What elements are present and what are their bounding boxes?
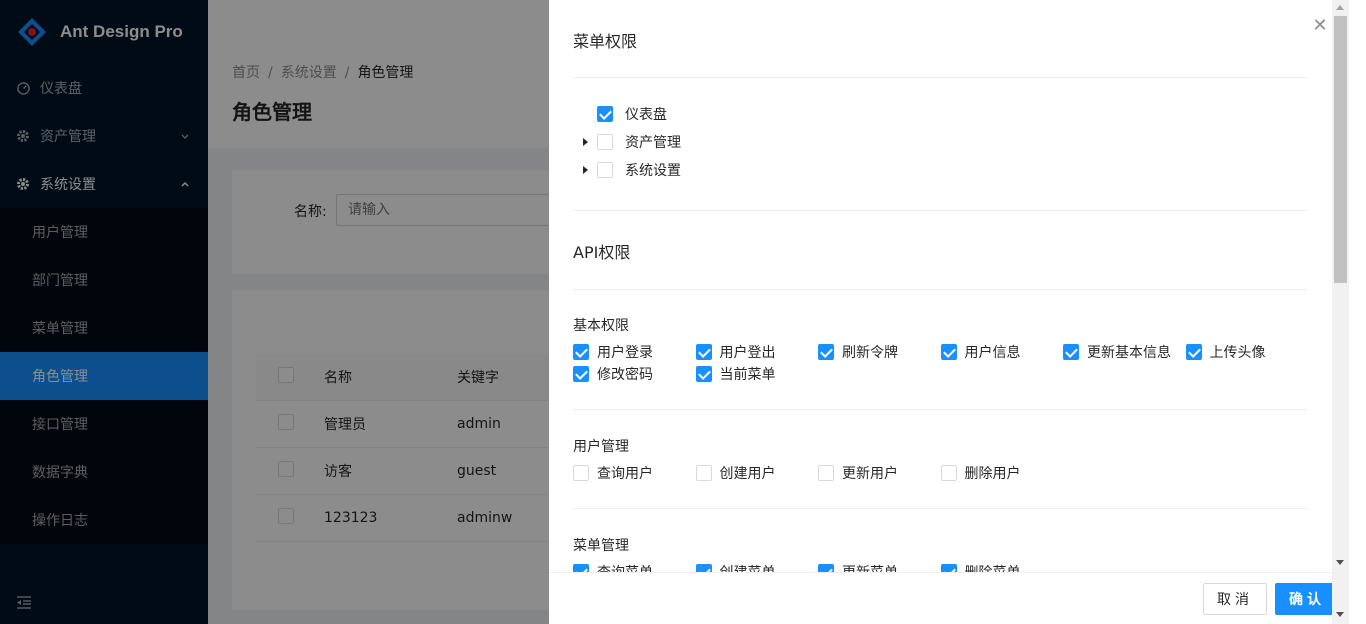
permission-checkbox[interactable]: 查询菜单 xyxy=(573,561,696,572)
tree-node-assets[interactable]: 资产管理 xyxy=(573,128,1308,156)
permission-label: 更新菜单 xyxy=(842,562,898,572)
menu-permission-tree: 仪表盘 资产管理 系统设置 xyxy=(573,100,1308,184)
permission-checkbox[interactable]: 删除用户 xyxy=(940,462,1064,484)
caret-right-icon[interactable] xyxy=(573,158,597,182)
permission-group-title: 基本权限 xyxy=(573,318,629,334)
permission-checkbox[interactable]: 修改密码 xyxy=(573,363,696,385)
checkbox[interactable] xyxy=(695,564,712,572)
permission-checkbox[interactable]: 创建菜单 xyxy=(695,561,819,572)
checkbox[interactable] xyxy=(573,366,589,382)
permission-label: 上传头像 xyxy=(1209,345,1266,361)
permission-checkbox[interactable]: 创建用户 xyxy=(695,462,819,484)
permission-label: 用户登录 xyxy=(597,345,653,361)
checkbox[interactable] xyxy=(1063,344,1079,360)
permission-group-title: 用户管理 xyxy=(573,439,629,455)
permission-checkbox[interactable]: 更新基本信息 xyxy=(1063,341,1186,363)
permission-label: 用户登出 xyxy=(719,345,776,361)
permission-label: 更新用户 xyxy=(842,466,898,482)
checkbox[interactable] xyxy=(573,564,589,572)
permission-label: 刷新令牌 xyxy=(842,345,898,361)
permission-checkbox[interactable]: 上传头像 xyxy=(1185,341,1309,363)
permission-label: 修改密码 xyxy=(597,367,653,383)
permission-checkbox[interactable]: 查询用户 xyxy=(573,462,696,484)
permission-label: 删除菜单 xyxy=(965,562,1021,572)
permission-label: 创建用户 xyxy=(719,466,776,482)
checkbox[interactable] xyxy=(818,344,834,360)
caret-right-icon[interactable] xyxy=(573,130,597,154)
checkbox[interactable] xyxy=(940,564,957,572)
cancel-button[interactable]: 取消 xyxy=(1203,583,1267,615)
checkbox[interactable] xyxy=(940,465,957,481)
permission-checkbox[interactable]: 刷新令牌 xyxy=(818,341,941,363)
api-permission-title: API权限 xyxy=(573,243,631,262)
confirm-button[interactable]: 确认 xyxy=(1275,583,1339,615)
permission-checkbox[interactable]: 用户信息 xyxy=(940,341,1064,363)
permission-group-basic: 用户登录 用户登出 刷新令牌 用户信息 更新基本信息 上传头像 修改密码 当前菜… xyxy=(573,341,1308,385)
checkbox[interactable] xyxy=(573,465,589,481)
tree-node-label: 系统设置 xyxy=(625,163,681,179)
drawer-body: 菜单权限 仪表盘 资产管理 系统设置 API权限 基本权限 用户登录 用户登出 … xyxy=(549,0,1332,572)
checkbox[interactable] xyxy=(1185,344,1202,360)
tree-node-label: 仪表盘 xyxy=(625,107,667,123)
scroll-up-arrow-icon[interactable] xyxy=(1336,5,1344,10)
permission-checkbox[interactable]: 删除菜单 xyxy=(940,561,1064,572)
tree-checkbox[interactable] xyxy=(597,106,613,122)
permission-label: 当前菜单 xyxy=(719,367,776,383)
permission-checkbox[interactable]: 当前菜单 xyxy=(695,363,819,385)
tree-switcher-empty xyxy=(573,102,597,126)
permission-group-title: 菜单管理 xyxy=(573,538,629,554)
permission-label: 创建菜单 xyxy=(720,562,776,572)
permission-group-menus: 查询菜单 创建菜单 更新菜单 删除菜单 xyxy=(573,561,1308,572)
permission-checkbox[interactable]: 更新菜单 xyxy=(818,561,941,572)
permission-label: 删除用户 xyxy=(964,466,1021,482)
checkbox[interactable] xyxy=(818,465,834,481)
checkbox[interactable] xyxy=(818,564,834,572)
tree-node-dashboard[interactable]: 仪表盘 xyxy=(573,100,1308,128)
tree-node-label: 资产管理 xyxy=(625,135,681,151)
permission-drawer: 菜单权限 仪表盘 资产管理 系统设置 API权限 基本权限 用户登录 用户登出 … xyxy=(549,0,1366,624)
permission-checkbox[interactable]: 用户登录 xyxy=(573,341,696,363)
checkbox[interactable] xyxy=(940,344,957,360)
permission-group-users: 查询用户 创建用户 更新用户 删除用户 xyxy=(573,462,1308,484)
scroll-down-arrow-icon[interactable] xyxy=(1336,612,1344,617)
vertical-scrollbar[interactable] xyxy=(1332,0,1349,624)
checkbox[interactable] xyxy=(695,465,712,481)
permission-checkbox[interactable]: 更新用户 xyxy=(818,462,941,484)
tree-checkbox[interactable] xyxy=(597,162,613,178)
permission-label: 查询菜单 xyxy=(597,562,653,572)
tree-node-system-settings[interactable]: 系统设置 xyxy=(573,156,1308,184)
scroll-down-arrow-icon[interactable] xyxy=(1336,560,1344,565)
scrollbar-thumb[interactable] xyxy=(1334,16,1347,283)
permission-label: 用户信息 xyxy=(964,345,1021,361)
close-icon[interactable]: ✕ xyxy=(1312,17,1328,35)
permission-label: 查询用户 xyxy=(597,466,653,482)
tree-checkbox[interactable] xyxy=(597,134,613,150)
permission-label: 更新基本信息 xyxy=(1087,345,1171,361)
checkbox[interactable] xyxy=(695,366,712,382)
checkbox[interactable] xyxy=(695,344,712,360)
drawer-footer: 取消 确认 xyxy=(549,572,1339,624)
menu-permission-title: 菜单权限 xyxy=(573,32,638,51)
permission-checkbox[interactable]: 用户登出 xyxy=(695,341,819,363)
checkbox[interactable] xyxy=(573,344,589,360)
